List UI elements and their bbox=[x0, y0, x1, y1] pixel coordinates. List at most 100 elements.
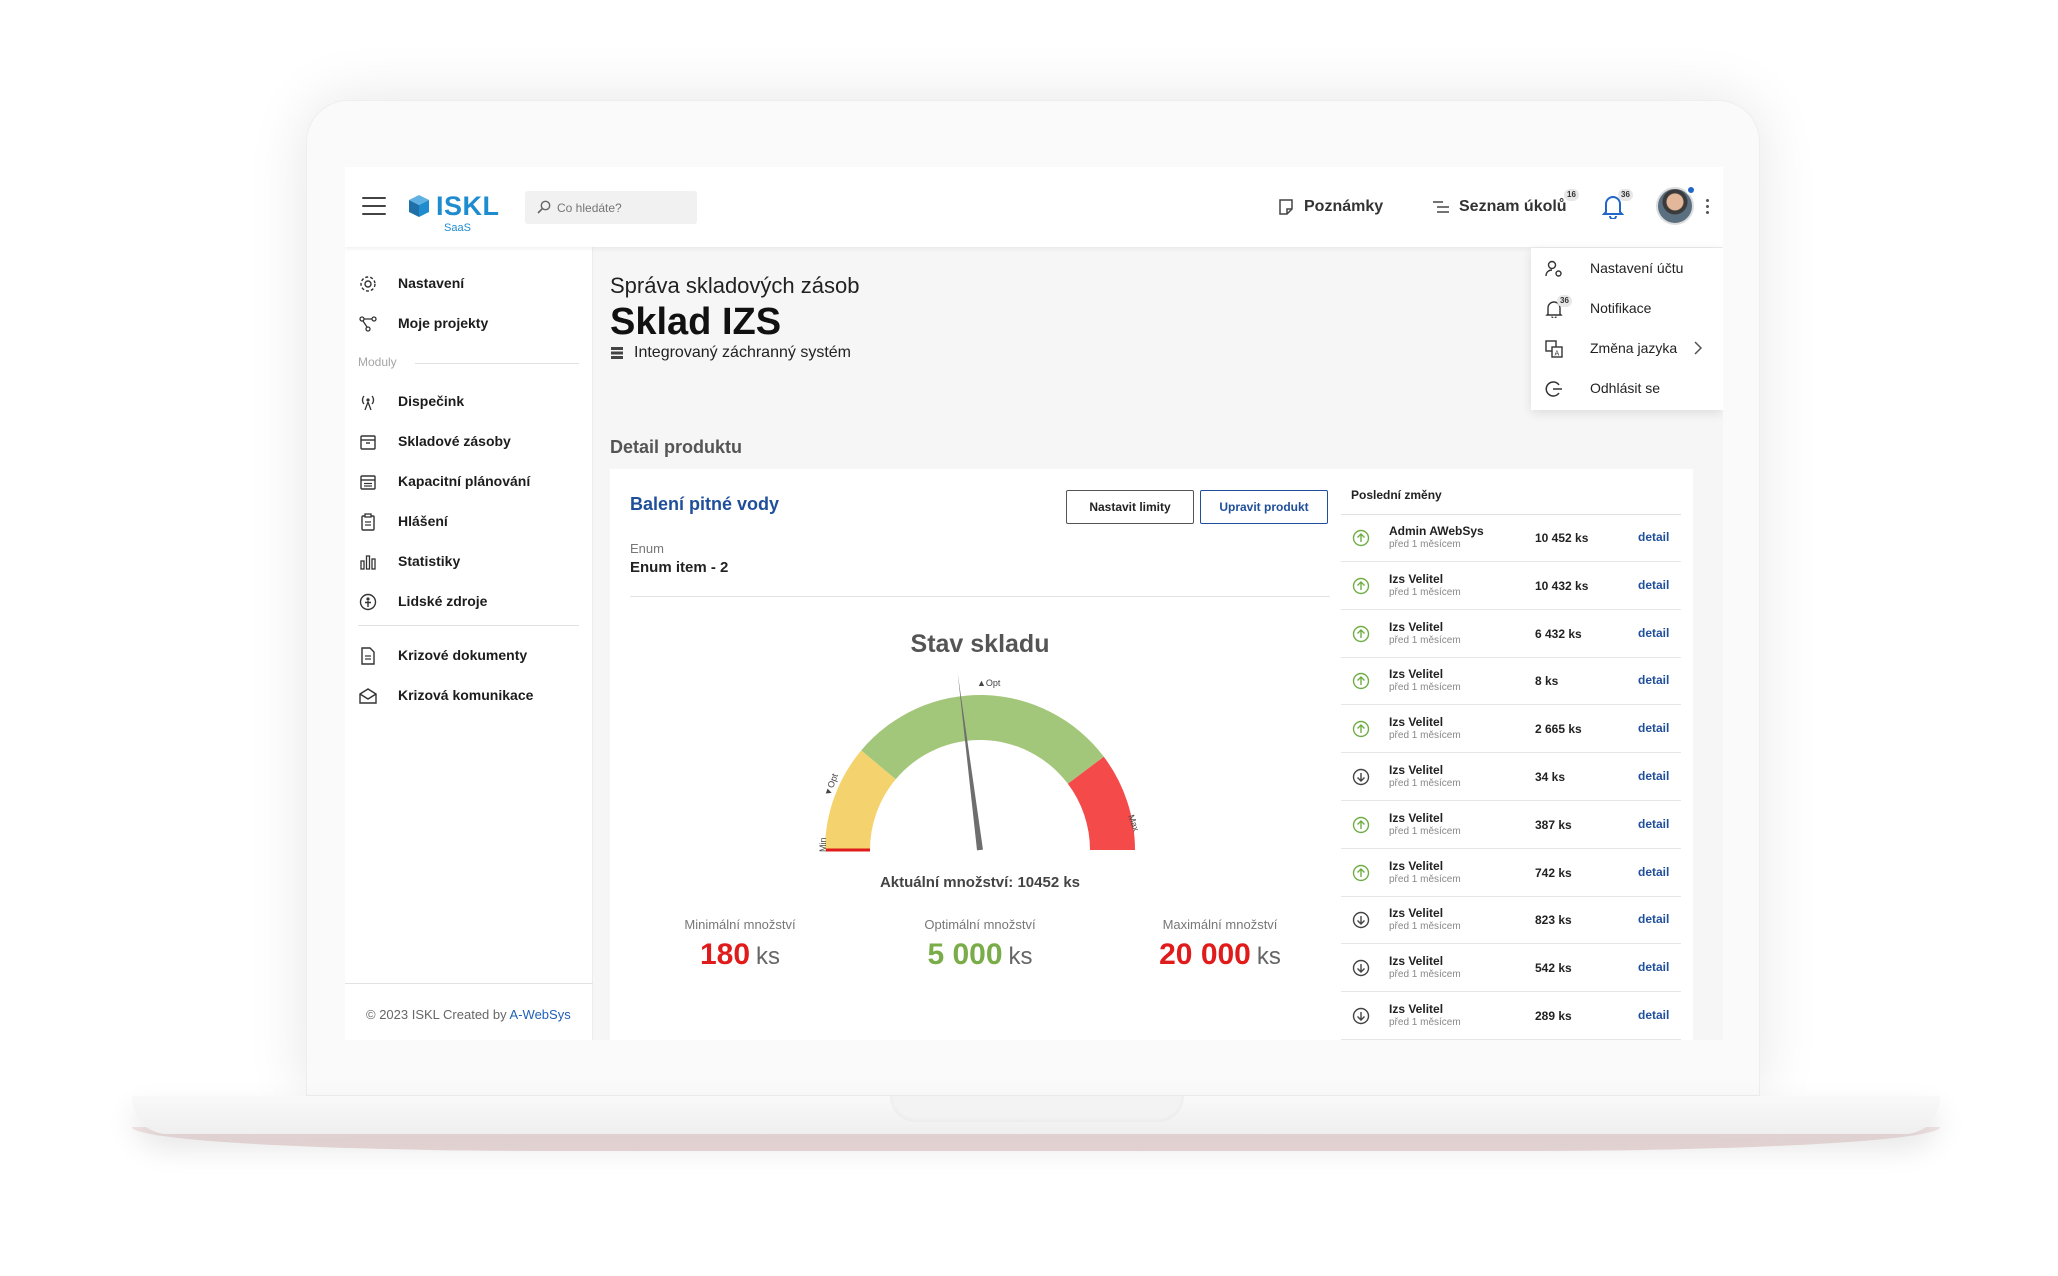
change-quantity: 289 ks bbox=[1535, 1009, 1572, 1023]
max-quantity-stat: Maximální množství 20 000 ks bbox=[1110, 917, 1330, 972]
change-detail-link[interactable]: detail bbox=[1638, 817, 1669, 831]
change-user: Izs Velitel bbox=[1389, 810, 1444, 825]
change-time: před 1 měsícem bbox=[1389, 778, 1461, 789]
sidebar-footer: © 2023 ISKL Created by A-WebSys bbox=[366, 1007, 571, 1022]
page-title: Sklad IZS bbox=[610, 301, 782, 343]
stat-unit: ks bbox=[1008, 943, 1033, 970]
sidebar-item-crisis-communication[interactable]: Krizová komunikace bbox=[345, 677, 593, 713]
change-quantity: 387 ks bbox=[1535, 817, 1572, 832]
hamburger-menu-icon[interactable] bbox=[362, 197, 386, 217]
translate-icon: A bbox=[1545, 340, 1563, 358]
change-time: před 1 měsícem bbox=[1389, 1017, 1461, 1028]
change-quantity: 10 432 ks bbox=[1535, 578, 1589, 593]
arrow-up-circle-icon bbox=[1352, 864, 1370, 881]
stat-value-wrap: 5 000 ks bbox=[870, 938, 1090, 972]
sidebar-item-label: Skladové zásoby bbox=[398, 433, 511, 449]
sidebar-item-dispatch[interactable]: Dispečink bbox=[345, 383, 593, 419]
stat-value: 5 000 bbox=[927, 938, 1003, 971]
gear-icon bbox=[360, 276, 376, 292]
project-icon bbox=[359, 316, 377, 332]
change-time: před 1 měsícem bbox=[1389, 921, 1461, 933]
sidebar-item-settings[interactable]: Nastavení bbox=[345, 265, 593, 301]
laptop-notch bbox=[890, 1096, 1184, 1122]
mail-open-icon bbox=[359, 688, 377, 704]
sidebar-item-label: Krizové dokumenty bbox=[398, 647, 528, 663]
stat-unit: ks bbox=[1256, 943, 1281, 970]
change-time: před 1 měsícem bbox=[1389, 539, 1461, 550]
sidebar-item-projects[interactable]: Moje projekty bbox=[345, 305, 593, 341]
note-icon bbox=[1279, 199, 1293, 215]
change-detail-link[interactable]: detail bbox=[1638, 769, 1669, 783]
task-list-button[interactable]: Seznam úkolů bbox=[1433, 194, 1567, 220]
sidebar-item-crisis-documents[interactable]: Krizové dokumenty bbox=[345, 637, 593, 673]
change-detail-link[interactable]: detail bbox=[1638, 530, 1669, 544]
arrow-down-circle-icon bbox=[1352, 768, 1370, 786]
sidebar: Nastavení Moje projekty Moduly Dispečink… bbox=[345, 247, 593, 1040]
change-detail-link[interactable]: detail bbox=[1638, 578, 1669, 592]
arrow-up-circle-icon bbox=[1352, 625, 1370, 642]
change-detail-link[interactable]: detail bbox=[1638, 912, 1669, 926]
page-subtitle: Integrovaný záchranný systém bbox=[610, 344, 851, 362]
sidebar-item-reports[interactable]: Hlášení bbox=[345, 503, 593, 539]
sidebar-item-label: Hlášení bbox=[398, 513, 448, 529]
menu-item-change-language[interactable]: A Změna jazyka bbox=[1531, 328, 1723, 368]
change-row: Admin AWebSys před 1 měsícem 10 452 ks deta… bbox=[1341, 515, 1681, 562]
section-title: Detail produktu bbox=[610, 437, 743, 457]
gauge-marker-opt-label: Opt bbox=[986, 678, 1001, 688]
optimal-quantity-stat: Optimální množství 5 000 ks bbox=[870, 917, 1090, 972]
search-input[interactable] bbox=[557, 191, 693, 224]
change-row: Izs Velitel před 1 měsícem 8 ks detail bbox=[1341, 658, 1681, 706]
change-row: Izs Velitel před 1 měsícem 742 ks detail bbox=[1341, 850, 1681, 897]
change-time: před 1 měsícem bbox=[1389, 969, 1461, 981]
stat-value: 20 000 bbox=[1159, 938, 1251, 971]
task-count-badge: 16 bbox=[1564, 189, 1579, 201]
gauge-marker-min: Min bbox=[818, 837, 828, 852]
menu-item-account-settings[interactable]: Nastavení účtu bbox=[1531, 248, 1723, 288]
product-name: Balení pitné vody bbox=[630, 494, 780, 514]
author-link[interactable]: A-WebSys bbox=[510, 1007, 571, 1022]
change-detail-link[interactable]: detail bbox=[1638, 865, 1669, 879]
organization-icon bbox=[611, 347, 623, 359]
arrow-up-circle-icon bbox=[1352, 816, 1370, 833]
sidebar-item-inventory[interactable]: Skladové zásoby bbox=[345, 423, 593, 459]
menu-item-notifications[interactable]: 36 Notifikace bbox=[1531, 288, 1723, 328]
change-detail-link[interactable]: detail bbox=[1638, 721, 1669, 735]
sidebar-section-label: Moduly bbox=[358, 355, 397, 369]
gauge-marker-opt-label-left: Opt bbox=[826, 772, 841, 790]
task-list-icon bbox=[1433, 201, 1449, 213]
change-user: Izs Velitel bbox=[1389, 763, 1444, 777]
sidebar-item-capacity-planning[interactable]: Kapacitní plánování bbox=[345, 463, 593, 499]
change-detail-link[interactable]: detail bbox=[1638, 626, 1669, 640]
gauge-band-optimal bbox=[861, 695, 1104, 784]
search-box[interactable] bbox=[525, 191, 697, 224]
change-quantity: 823 ks bbox=[1535, 913, 1572, 928]
menu-item-logout[interactable]: Odhlásit se bbox=[1531, 368, 1723, 408]
more-vertical-icon[interactable] bbox=[1706, 199, 1710, 215]
notification-count-badge: 36 bbox=[1557, 295, 1572, 307]
sidebar-item-label: Dispečink bbox=[398, 393, 465, 409]
change-quantity: 2 665 ks bbox=[1535, 722, 1582, 737]
change-detail-link[interactable]: detail bbox=[1638, 1008, 1669, 1022]
subtitle-text: Integrovaný záchranný systém bbox=[634, 344, 851, 361]
sidebar-item-human-resources[interactable]: Lidské zdroje bbox=[345, 583, 593, 619]
divider bbox=[415, 363, 579, 364]
edit-product-button[interactable]: Upravit produkt bbox=[1200, 490, 1328, 524]
stat-value-wrap: 20 000 ks bbox=[1110, 938, 1330, 972]
antenna-icon bbox=[361, 395, 375, 411]
set-limits-button[interactable]: Nastavit limity bbox=[1066, 490, 1194, 524]
sidebar-item-statistics[interactable]: Statistiky bbox=[345, 543, 593, 579]
sidebar-item-label: Statistiky bbox=[398, 553, 461, 569]
calendar-icon bbox=[360, 475, 376, 490]
change-detail-link[interactable]: detail bbox=[1638, 673, 1669, 687]
online-status-dot bbox=[1686, 185, 1696, 195]
change-detail-link[interactable]: detail bbox=[1638, 960, 1669, 974]
change-row: Izs Velitel před 1 měsícem 289 ks detail bbox=[1341, 993, 1681, 1040]
bar-chart-icon bbox=[360, 555, 376, 570]
arrow-down-circle-icon bbox=[1352, 912, 1370, 929]
sidebar-item-label: Moje projekty bbox=[398, 315, 489, 331]
stock-limits: Minimální množství 180 ks Optimální množs… bbox=[630, 917, 1330, 997]
notes-button[interactable]: Poznámky bbox=[1278, 194, 1383, 220]
divider bbox=[345, 983, 593, 984]
change-time: před 1 měsícem bbox=[1389, 634, 1461, 646]
chevron-right-icon bbox=[1694, 341, 1703, 355]
